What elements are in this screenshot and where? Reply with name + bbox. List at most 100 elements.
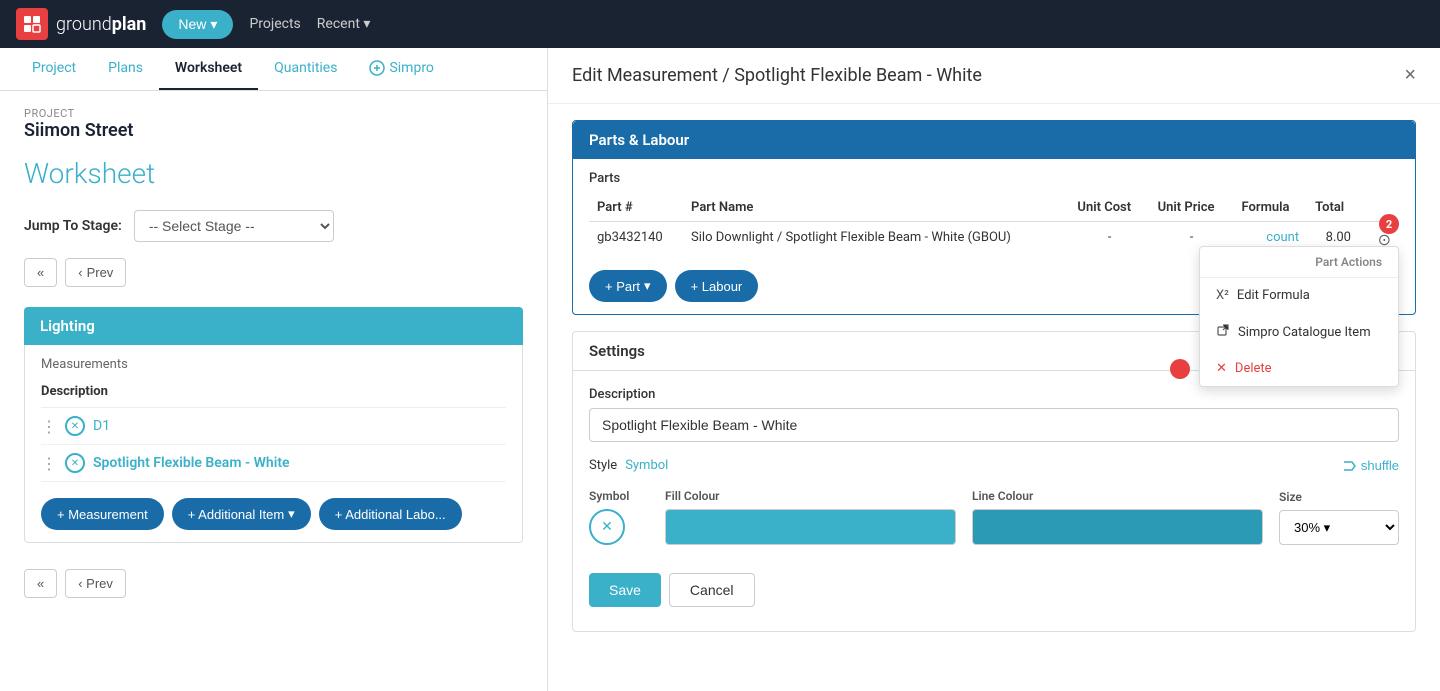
parts-labour-section: Parts & Labour Parts Part # Part Name Un…: [572, 120, 1416, 315]
cell-part-num: gb3432140: [589, 222, 683, 259]
modal-title: Edit Measurement / Spotlight Flexible Be…: [572, 65, 982, 86]
line-colour-swatch[interactable]: [972, 509, 1263, 545]
size-col: Size 30% ▾: [1279, 490, 1399, 545]
size-select[interactable]: 30% ▾: [1279, 510, 1399, 545]
line-colour-col: Line Colour: [972, 489, 1263, 545]
shuffle-button[interactable]: shuffle: [1343, 458, 1399, 473]
tab-simpro[interactable]: Simpro: [353, 48, 449, 90]
add-measurement-button[interactable]: + Measurement: [41, 498, 164, 530]
part-actions-dropdown: Part Actions X² Edit Formula: [1199, 246, 1399, 387]
edit-formula-item[interactable]: X² Edit Formula: [1200, 278, 1398, 313]
section-header: Lighting: [24, 307, 523, 345]
logo-icon: [16, 8, 48, 40]
logo: groundplan: [16, 8, 146, 40]
parts-labour-header: Parts & Labour: [573, 121, 1415, 159]
circle-x-sfbw[interactable]: ✕: [65, 453, 85, 473]
stage-select[interactable]: -- Select Stage --: [134, 210, 334, 242]
description-label: Description: [589, 387, 1399, 402]
bottom-double-prev-button[interactable]: «: [24, 569, 57, 598]
edit-formula-icon: X²: [1216, 288, 1229, 303]
fill-colour-header: Fill Colour: [665, 489, 956, 503]
badge: 2: [1379, 214, 1399, 234]
add-additional-labour-button[interactable]: + Additional Labo...: [319, 498, 462, 530]
save-button[interactable]: Save: [589, 573, 661, 607]
col-part-num: Part #: [589, 194, 683, 222]
cell-part-name: Silo Downlight / Spotlight Flexible Beam…: [683, 222, 1069, 259]
style-value[interactable]: Symbol: [625, 458, 668, 473]
measurement-name-d1[interactable]: D1: [93, 418, 110, 434]
measurement-name-sfbw[interactable]: Spotlight Flexible Beam - White: [93, 455, 290, 471]
style-left: Style Symbol: [589, 458, 668, 473]
panel-content: PROJECT Siimon Street Worksheet Jump To …: [0, 91, 547, 619]
table-row: gb3432140 Silo Downlight / Spotlight Fle…: [589, 222, 1399, 259]
left-panel: Project Plans Worksheet Quantities Simpr…: [0, 48, 548, 691]
recent-link[interactable]: Recent ▾: [317, 16, 371, 32]
tab-project[interactable]: Project: [16, 48, 92, 90]
section-body: Measurements Description ⋮ ✕ D1 ⋮ ✕ Spot…: [24, 345, 523, 543]
modal-header: Edit Measurement / Spotlight Flexible Be…: [548, 48, 1440, 104]
cell-gear: ⊙ Part Actions X² Edit Formula: [1359, 222, 1399, 259]
tab-quantities[interactable]: Quantities: [258, 48, 353, 90]
parts-labour-body: Parts Part # Part Name Unit Cost Unit Pr…: [573, 159, 1415, 314]
col-unit-cost: Unit Cost: [1069, 194, 1149, 222]
symbol-col-header: Symbol: [589, 489, 649, 503]
add-part-button[interactable]: + Part ▾: [589, 270, 667, 302]
col-unit-price: Unit Price: [1150, 194, 1234, 222]
size-col-header: Size: [1279, 490, 1399, 504]
lighting-section: Lighting Measurements Description ⋮ ✕ D1…: [24, 307, 523, 543]
logo-text: groundplan: [56, 14, 146, 35]
nav-controls: « ‹ Prev: [24, 258, 523, 287]
add-additional-item-button[interactable]: + Additional Item ▾: [172, 498, 311, 530]
close-button[interactable]: ×: [1404, 64, 1416, 87]
dropdown-label: Part Actions: [1200, 247, 1398, 278]
tab-bar: Project Plans Worksheet Quantities Simpr…: [0, 48, 547, 91]
drag-icon-sfbw[interactable]: ⋮: [41, 454, 57, 473]
form-actions: Save Cancel: [589, 565, 1399, 615]
parts-table: Part # Part Name Unit Cost Unit Price Fo…: [589, 194, 1399, 258]
drag-icon-d1[interactable]: ⋮: [41, 417, 57, 436]
double-prev-button[interactable]: «: [24, 258, 57, 287]
modal-overlay: Edit Measurement / Spotlight Flexible Be…: [548, 48, 1440, 691]
bottom-prev-button[interactable]: ‹ Prev: [65, 569, 126, 598]
symbol-col: Symbol ✕: [589, 489, 649, 545]
bottom-nav-controls: « ‹ Prev: [24, 563, 523, 603]
projects-link[interactable]: Projects: [249, 16, 300, 32]
cell-unit-cost: -: [1069, 222, 1149, 259]
jump-label: Jump To Stage:: [24, 218, 122, 234]
shuffle-icon: [1343, 459, 1357, 473]
simpro-catalogue-item[interactable]: Simpro Catalogue Item: [1200, 313, 1398, 351]
description-input[interactable]: [589, 408, 1399, 442]
col-formula: Formula: [1234, 194, 1308, 222]
measurements-label: Measurements: [41, 357, 506, 372]
line-colour-header: Line Colour: [972, 489, 1263, 503]
circle-x-d1[interactable]: ✕: [65, 416, 85, 436]
style-label: Style: [589, 458, 617, 473]
fill-colour-swatch[interactable]: [665, 509, 956, 545]
style-row: Style Symbol shuffle: [589, 458, 1399, 473]
add-labour-button[interactable]: + Labour: [675, 270, 759, 302]
col-total: Total: [1307, 194, 1359, 222]
symbol-icon[interactable]: ✕: [589, 509, 625, 545]
tab-worksheet[interactable]: Worksheet: [159, 48, 258, 90]
red-indicator: [1170, 359, 1190, 379]
page-title: Worksheet: [24, 157, 523, 190]
cancel-button[interactable]: Cancel: [669, 573, 755, 607]
modal-body: Parts & Labour Parts Part # Part Name Un…: [548, 104, 1440, 677]
jump-to-stage-row: Jump To Stage: -- Select Stage --: [24, 210, 523, 242]
delete-item[interactable]: ✕ Delete: [1200, 351, 1398, 386]
desc-header: Description: [41, 380, 506, 408]
col-part-name: Part Name: [683, 194, 1069, 222]
simpro-icon: [369, 60, 385, 76]
formula-link[interactable]: count: [1266, 230, 1299, 245]
measurement-row-2: ⋮ ✕ Spotlight Flexible Beam - White: [41, 445, 506, 482]
x-icon: ✕: [1216, 361, 1227, 376]
top-navigation: groundplan New ▾ Projects Recent ▾: [0, 0, 1440, 48]
new-button[interactable]: New ▾: [162, 10, 233, 39]
prev-button[interactable]: ‹ Prev: [65, 258, 126, 287]
action-buttons: + Measurement + Additional Item ▾ + Addi…: [41, 498, 506, 530]
settings-body: Description Style Symbol shuffle Symbol: [573, 371, 1415, 631]
tab-plans[interactable]: Plans: [92, 48, 159, 90]
external-link-icon: [1216, 323, 1230, 341]
project-name: Siimon Street: [24, 120, 523, 141]
parts-label: Parts: [589, 171, 1399, 186]
